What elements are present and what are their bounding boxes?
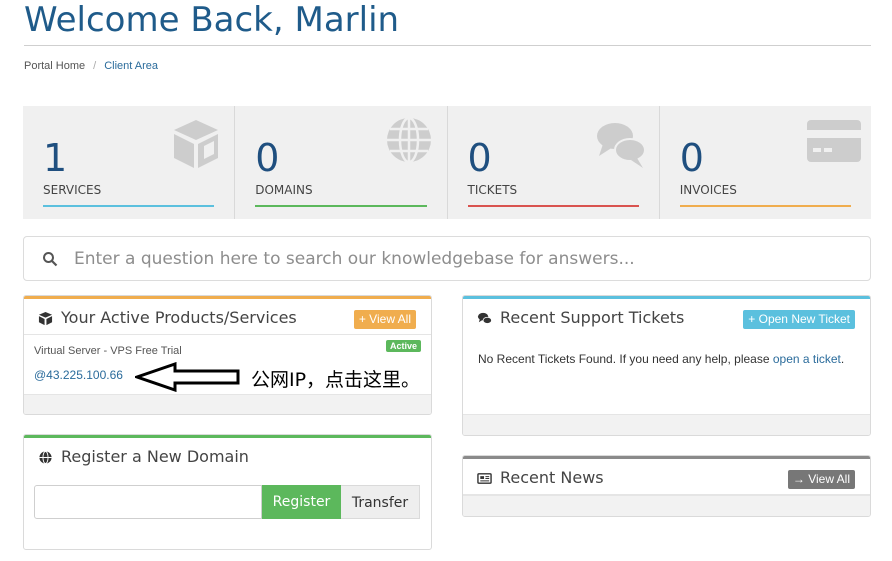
knowledgebase-search: [23, 236, 871, 281]
tile-tickets[interactable]: 0 TICKETS: [448, 106, 660, 219]
breadcrumb: Portal Home / Client Area: [24, 60, 158, 72]
service-ip[interactable]: @43.225.100.66: [34, 368, 123, 382]
annotation-text: 公网IP，点击这里。: [251, 369, 421, 391]
tile-services[interactable]: 1 SERVICES: [23, 106, 236, 219]
service-name[interactable]: Virtual Server - VPS Free Trial: [34, 345, 182, 357]
breadcrumb-home[interactable]: Portal Home: [24, 60, 85, 72]
recent-news-panel: Recent News → View All: [462, 455, 871, 517]
active-products-panel: Your Active Products/Services + View All…: [23, 295, 432, 415]
credit-card-icon: [807, 120, 861, 162]
tickets-message: No Recent Tickets Found. If you need any…: [478, 347, 848, 371]
services-label: SERVICES: [43, 183, 102, 197]
services-bar: [43, 205, 215, 207]
invoices-count: 0: [679, 136, 704, 180]
page-title: Welcome Back, Marlin: [24, 0, 400, 40]
title-divider: [24, 45, 871, 46]
panel-title: Recent Support Tickets: [500, 308, 685, 327]
panel-header: Recent Support Tickets + Open New Ticket: [463, 299, 870, 335]
domain-input[interactable]: [34, 485, 262, 519]
panel-header: Recent News → View All: [463, 459, 870, 495]
globe-icon: [386, 116, 431, 164]
register-button[interactable]: Register: [262, 485, 341, 519]
cube-icon: [174, 120, 219, 168]
tickets-label: TICKETS: [467, 183, 518, 197]
panel-footer: [463, 495, 870, 516]
breadcrumb-current[interactable]: Client Area: [104, 60, 158, 72]
cube-icon: [38, 311, 53, 326]
panel-footer: [24, 394, 431, 414]
stats-tiles: 1 SERVICES 0 DOMAINS 0 TICKETS 0 INVOICE…: [23, 106, 871, 219]
domains-label: DOMAINS: [255, 183, 313, 197]
panel-title: Recent News: [500, 468, 604, 487]
panel-header: Your Active Products/Services + View All: [24, 299, 431, 335]
panel-title: Register a New Domain: [61, 447, 249, 466]
panel-title: Your Active Products/Services: [61, 308, 297, 327]
globe-icon: [39, 450, 52, 465]
panel-footer: [463, 414, 870, 435]
register-domain-panel: Register a New Domain Register Transfer: [23, 434, 432, 550]
search-icon: [43, 252, 58, 267]
domains-count: 0: [255, 136, 280, 180]
tickets-bar: [467, 205, 639, 207]
view-all-news-button[interactable]: → View All: [787, 470, 855, 489]
tile-domains[interactable]: 0 DOMAINS: [235, 106, 448, 219]
tickets-count: 0: [467, 136, 492, 180]
panel-header: Register a New Domain: [24, 438, 431, 474]
arrow-left-icon: [135, 362, 240, 392]
newspaper-icon: [477, 473, 492, 484]
no-tickets-text: No Recent Tickets Found. If you need any…: [478, 352, 773, 366]
search-input[interactable]: [74, 245, 854, 273]
status-badge: Active: [385, 340, 421, 352]
comments-icon: [477, 312, 492, 324]
invoices-label: INVOICES: [679, 183, 737, 197]
tile-invoices[interactable]: 0 INVOICES: [660, 106, 871, 219]
breadcrumb-separator: /: [93, 60, 97, 72]
support-tickets-panel: Recent Support Tickets + Open New Ticket…: [462, 295, 871, 436]
comments-icon: [596, 123, 646, 168]
client-area-page: Welcome Back, Marlin Portal Home / Client …: [0, 0, 892, 561]
view-all-products-button[interactable]: + View All: [353, 310, 416, 329]
no-tickets-text-end: .: [840, 352, 845, 366]
open-new-ticket-button[interactable]: + Open New Ticket: [743, 310, 855, 329]
domains-bar: [255, 205, 427, 207]
open-ticket-link[interactable]: open a ticket: [773, 352, 841, 366]
invoices-bar: [679, 205, 851, 207]
transfer-button[interactable]: Transfer: [341, 485, 420, 519]
services-count: 1: [43, 136, 68, 180]
